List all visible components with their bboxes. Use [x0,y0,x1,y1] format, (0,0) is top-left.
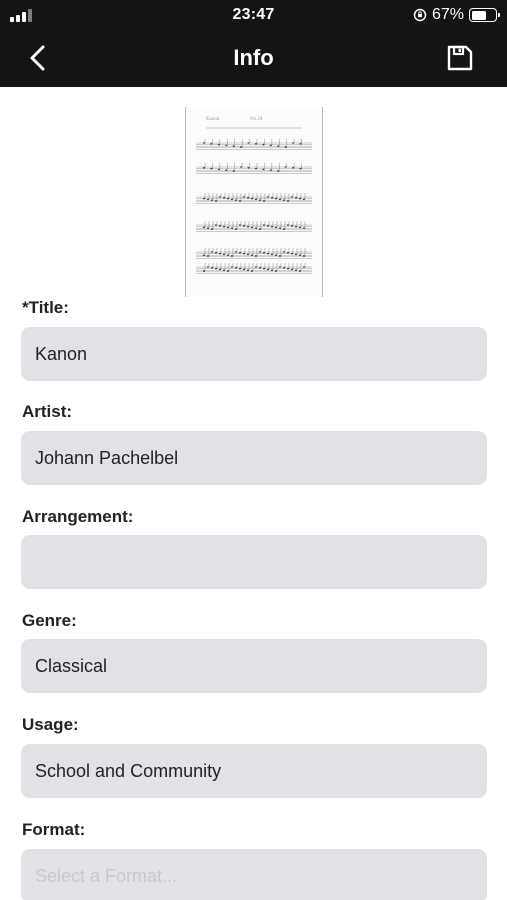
battery-percent: 67% [431,6,464,23]
page-title: Info [233,45,274,70]
artist-label: Artist: [22,402,73,421]
genre-input[interactable]: Classical [21,639,487,693]
status-right-group: 67% [413,5,500,25]
usage-input[interactable]: School and Community [21,744,487,798]
sheet-music-thumbnail[interactable]: Kanon No.24 [185,107,323,297]
orientation-lock-icon [413,8,427,22]
format-label: Format: [22,820,86,839]
format-select[interactable]: Select a Format... [21,849,487,900]
thumb-header-1: Kanon [206,116,220,121]
title-input[interactable]: Kanon [21,327,487,381]
genre-label: Genre: [22,611,77,630]
arrangement-input[interactable] [21,535,487,589]
artist-input[interactable]: Johann Pachelbel [21,431,487,485]
arrangement-label: Arrangement: [22,507,134,526]
usage-label: Usage: [22,715,79,734]
nav-bar: Info [0,30,507,87]
battery-icon [469,8,500,22]
sheet-music-image: Kanon No.24 [196,116,312,274]
status-bar: 23:47 67% [0,0,507,30]
info-form: Kanon No.24 *Title: Kanon Artist: Johann… [0,87,507,900]
title-label: *Title: [22,298,69,317]
save-icon[interactable] [445,43,475,73]
thumb-header-2: No.24 [250,116,263,121]
